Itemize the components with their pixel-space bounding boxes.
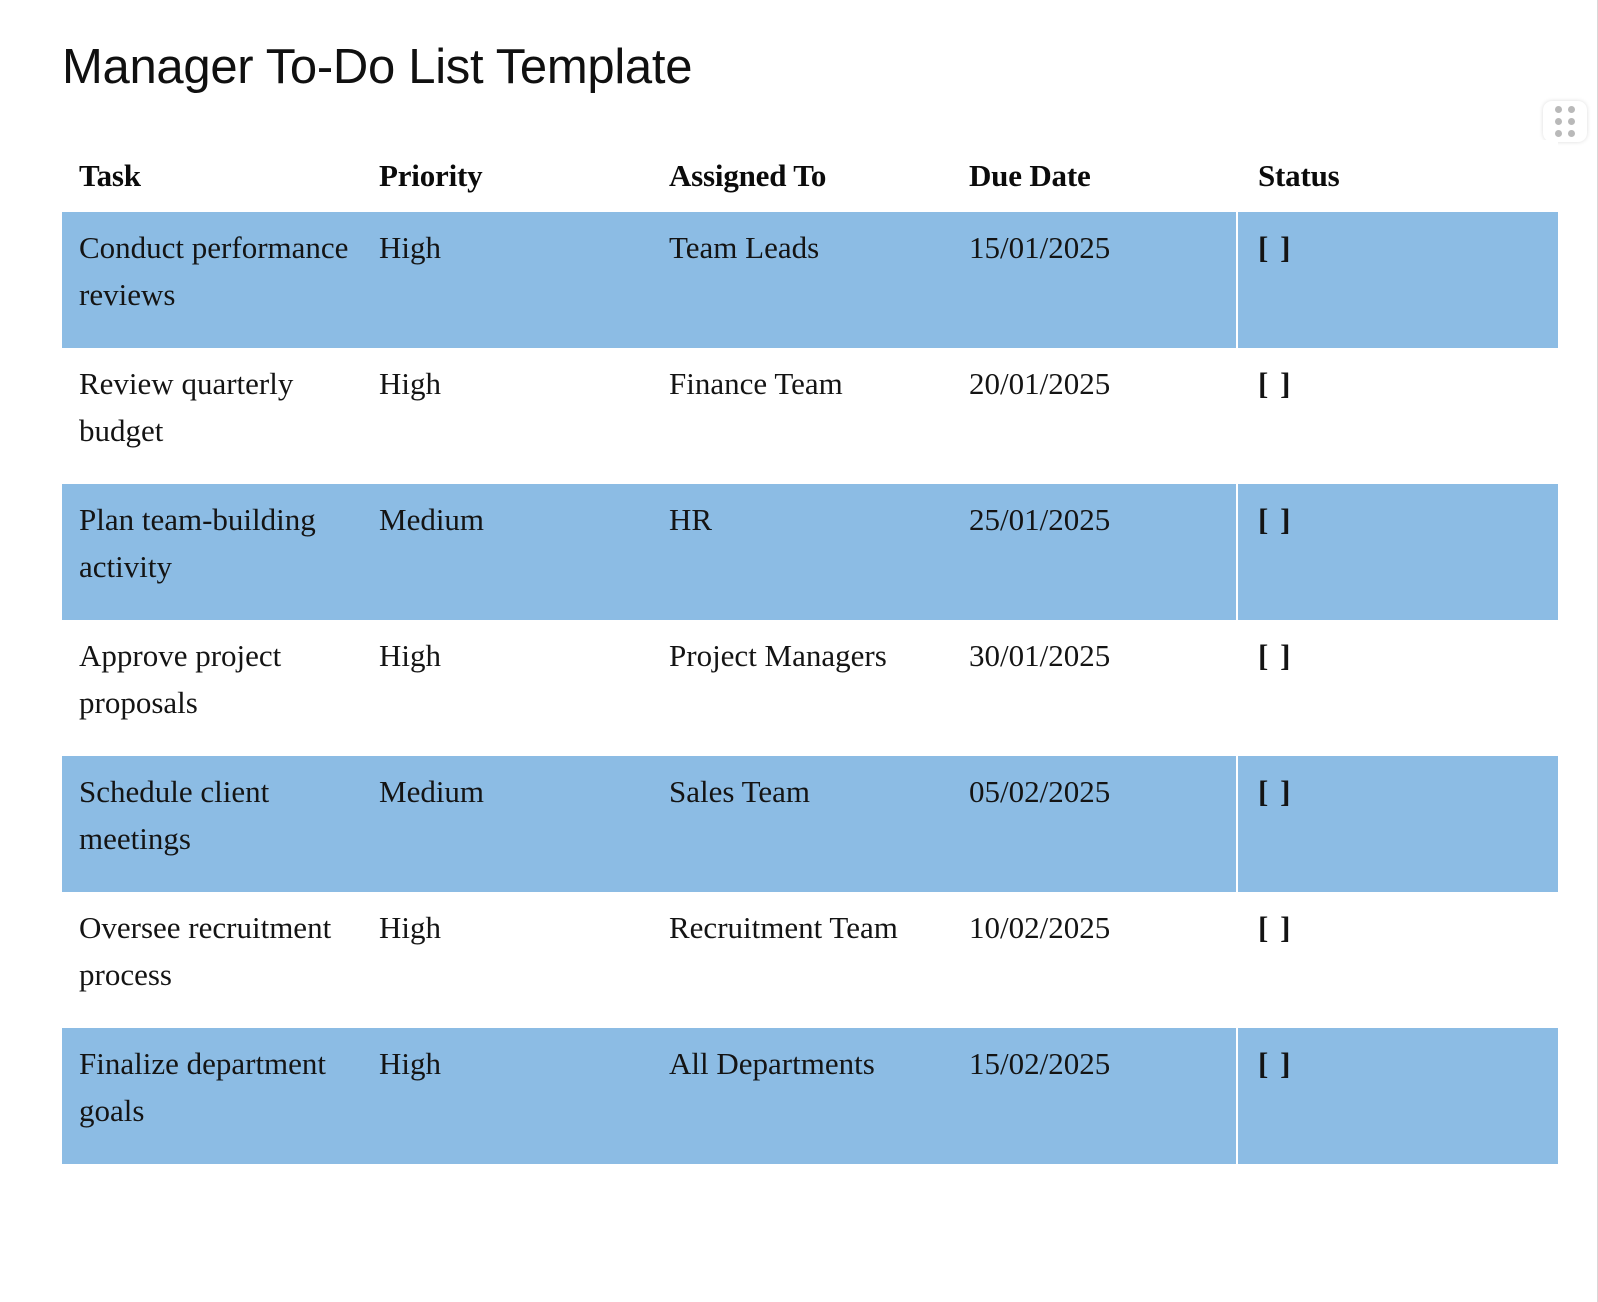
cell-due-date: 20/01/2025 [952,348,1237,484]
cell-priority: Medium [362,484,652,620]
cell-priority: High [362,620,652,756]
column-header-priority: Priority [362,140,652,212]
status-checkbox[interactable]: [ ] [1258,1046,1292,1081]
status-checkbox[interactable]: [ ] [1258,774,1292,809]
table-row: Plan team-building activity Medium HR 25/01… [62,484,1558,620]
status-checkbox[interactable]: [ ] [1258,230,1292,265]
cell-assigned-to: Finance Team [652,348,952,484]
cell-priority: High [362,212,652,348]
table-body: Conduct performance reviews High Team Lead… [62,212,1558,1164]
cell-due-date: 25/01/2025 [952,484,1237,620]
cell-assigned-to: All Departments [652,1028,952,1164]
status-checkbox[interactable]: [ ] [1258,366,1292,401]
cell-task: Review quarterly budget [62,348,362,484]
cell-priority: High [362,348,652,484]
cell-assigned-to: Project Managers [652,620,952,756]
cell-due-date: 30/01/2025 [952,620,1237,756]
cell-task: Conduct performance reviews [62,212,362,348]
cell-status[interactable]: [ ] [1236,620,1558,756]
cell-status[interactable]: [ ] [1236,892,1558,1028]
table-row: Finalize department goals High All Departm… [62,1028,1558,1164]
status-checkbox[interactable]: [ ] [1258,502,1292,537]
cell-priority: High [362,1028,652,1164]
todo-list-table: Task Priority Assigned To Due Date Statu… [62,140,1558,1164]
column-header-status: Status [1236,140,1558,212]
cell-due-date: 15/02/2025 [952,1028,1237,1164]
document-page: Manager To-Do List Template Task Priorit… [0,0,1590,1302]
column-header-due-date: Due Date [952,140,1237,212]
table-row: Schedule client meetings Medium Sales Team… [62,756,1558,892]
table-row: Review quarterly budget High Finance Team 2… [62,348,1558,484]
cell-status[interactable]: [ ] [1236,212,1558,348]
page-title: Manager To-Do List Template [62,40,693,94]
table-header-row: Task Priority Assigned To Due Date Statu… [62,140,1558,212]
cell-task: Approve project proposals [62,620,362,756]
grip-dots-icon [1554,105,1576,138]
cell-status[interactable]: [ ] [1236,484,1558,620]
cell-task: Plan team-building activity [62,484,362,620]
cell-assigned-to: Sales Team [652,756,952,892]
cell-due-date: 10/02/2025 [952,892,1237,1028]
cell-due-date: 05/02/2025 [952,756,1237,892]
drag-handle-button[interactable] [1543,101,1587,142]
column-header-task: Task [62,140,362,212]
cell-priority: High [362,892,652,1028]
table-row: Oversee recruitment process High Recruitme… [62,892,1558,1028]
cell-assigned-to: Recruitment Team [652,892,952,1028]
table-row: Approve project proposals High Project Man… [62,620,1558,756]
cell-status[interactable]: [ ] [1236,1028,1558,1164]
status-checkbox[interactable]: [ ] [1258,910,1292,945]
cell-assigned-to: HR [652,484,952,620]
cell-task: Schedule client meetings [62,756,362,892]
cell-status[interactable]: [ ] [1236,756,1558,892]
cell-priority: Medium [362,756,652,892]
cell-task: Oversee recruitment process [62,892,362,1028]
cell-status[interactable]: [ ] [1236,348,1558,484]
cell-assigned-to: Team Leads [652,212,952,348]
status-checkbox[interactable]: [ ] [1258,638,1292,673]
table-row: Conduct performance reviews High Team Lead… [62,212,1558,348]
column-header-assigned-to: Assigned To [652,140,952,212]
table-header: Task Priority Assigned To Due Date Statu… [62,140,1558,212]
cell-task: Finalize department goals [62,1028,362,1164]
cell-due-date: 15/01/2025 [952,212,1237,348]
